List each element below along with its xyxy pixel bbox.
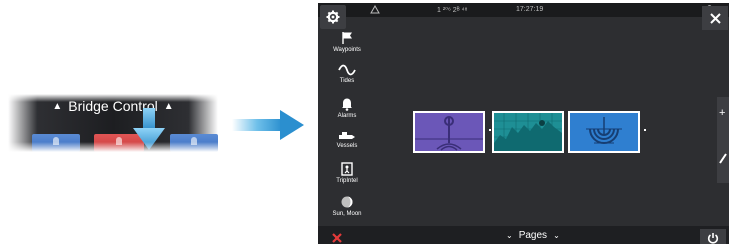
chart-page-preview [494, 113, 562, 151]
marker-icon [116, 137, 122, 145]
sidebar: Waypoints Tides Alarms Vessels TripIntel… [318, 31, 376, 227]
gear-icon [326, 10, 340, 24]
chart-thumbnail-graphic [494, 113, 562, 151]
sonar-page-preview [415, 113, 483, 151]
page-thumbnail-1[interactable] [413, 111, 491, 153]
page-dot [489, 129, 491, 131]
sidebar-item-tides[interactable]: Tides [318, 64, 376, 84]
sidebar-item-vessels[interactable]: Vessels [318, 129, 376, 149]
wave-icon [338, 64, 356, 76]
man-overboard-icon [332, 233, 342, 243]
tripintel-icon [341, 162, 353, 176]
radar-page-preview [570, 113, 638, 151]
edge-tab: + [717, 97, 729, 183]
page-thumbnail-2[interactable] [492, 111, 570, 153]
sidebar-item-tripintel[interactable]: TripIntel [318, 162, 376, 184]
pencil-icon[interactable] [719, 151, 728, 165]
power-button[interactable] [700, 229, 726, 244]
sidebar-item-label: Tides [339, 78, 355, 84]
sidebar-item-label: Vessels [336, 143, 358, 149]
radar-thumbnail-graphic [586, 117, 622, 144]
sidebar-item-label: Sun, Moon [332, 211, 362, 217]
add-icon[interactable]: + [719, 107, 725, 119]
vessel-icon [339, 132, 355, 139]
settings-button[interactable] [320, 5, 346, 29]
pages-button[interactable]: ⌄ Pages ⌄ [500, 230, 566, 241]
bell-icon [342, 98, 352, 111]
sidebar-item-label: Alarms [337, 113, 357, 119]
bridge-control-strip: ▲ Bridge Control ▲ [8, 94, 218, 152]
satellite-icon [370, 5, 380, 14]
gps-status: 1 ²⁰⁶ 2ᴮ ⁴⁸ [437, 7, 468, 14]
alert-button[interactable] [326, 231, 348, 244]
marker-icon [53, 137, 59, 145]
sonar-thumbnail-graphic [415, 116, 483, 151]
close-button[interactable] [702, 6, 728, 30]
status-bar: 1 ²⁰⁶ 2ᴮ ⁴⁸ 17:27:19 [318, 3, 729, 17]
pages-label: Pages [518, 230, 548, 241]
marker-icon [191, 137, 197, 145]
sidebar-item-waypoints[interactable]: Waypoints [318, 31, 376, 53]
sidebar-item-label: TripIntel [336, 178, 358, 184]
sidebar-item-sun-moon[interactable]: Sun, Moon [318, 195, 376, 217]
chevron-up-icon: ▲ [52, 101, 63, 112]
moon-icon [341, 196, 353, 208]
right-arrow-icon [232, 110, 304, 140]
page-thumbnail-3[interactable] [568, 111, 646, 153]
bridge-control-button-1[interactable] [32, 134, 80, 152]
sidebar-item-alarms[interactable]: Alarms [318, 97, 376, 119]
flag-icon [342, 32, 352, 44]
power-icon [707, 233, 719, 244]
device-screen: 1 ²⁰⁶ 2ᴮ ⁴⁸ 17:27:19 Waypoints Tides Ala… [318, 3, 729, 244]
clock-time: 17:27:19 [516, 6, 544, 13]
bridge-control-bar[interactable]: ▲ Bridge Control ▲ [8, 98, 218, 114]
down-arrow-icon [133, 108, 165, 150]
sidebar-item-label: Waypoints [333, 47, 361, 53]
page-dot [644, 129, 646, 131]
chevron-down-icon: ⌄ [553, 231, 560, 240]
bridge-control-button-3[interactable] [170, 134, 218, 152]
chevron-down-icon: ⌄ [506, 231, 513, 240]
close-icon [709, 12, 721, 24]
